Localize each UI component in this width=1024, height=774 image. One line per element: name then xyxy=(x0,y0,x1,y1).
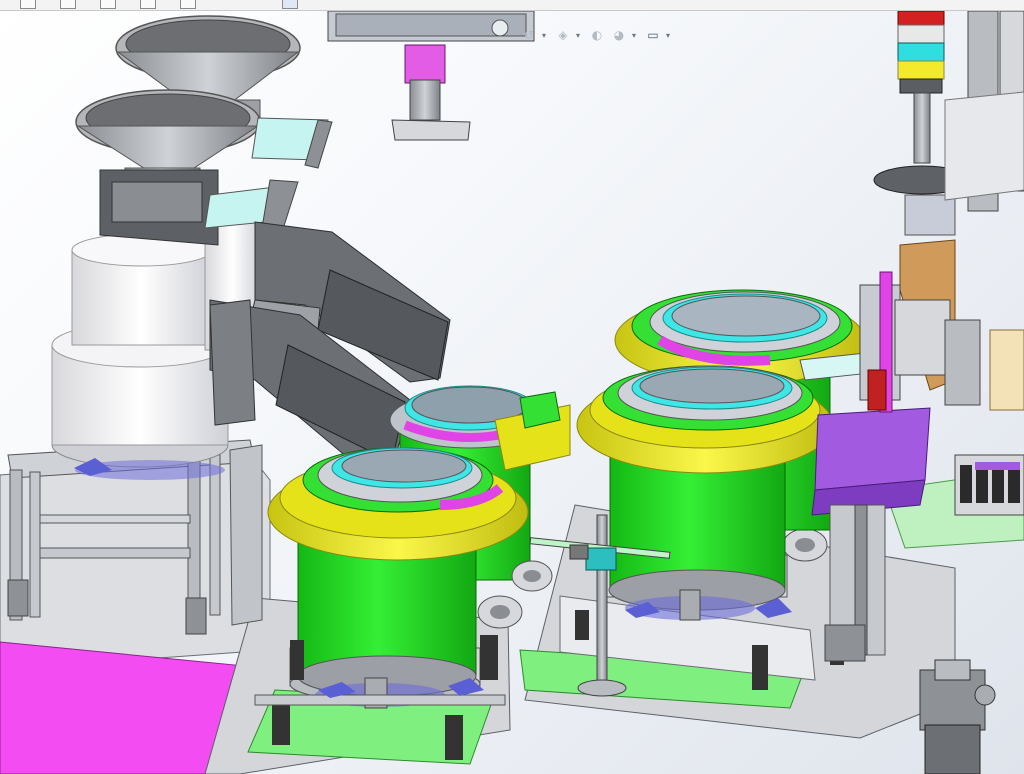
view-orientation-icon[interactable]: ↺ xyxy=(520,26,538,44)
control-panel[interactable] xyxy=(327,11,535,141)
magenta-plate[interactable] xyxy=(0,641,246,774)
display-style-icon[interactable] xyxy=(20,0,36,9)
graphics-area[interactable]: ↺ ▾ ◈ ▾ ◐ ◕ ▾ ▭ ▾ xyxy=(0,11,1024,774)
pick-and-place-unit[interactable] xyxy=(859,239,981,413)
chevron-down-icon[interactable]: ▾ xyxy=(542,31,550,40)
monitor-icon[interactable]: ▭ xyxy=(644,26,662,44)
view-settings-icon[interactable] xyxy=(180,0,196,9)
assembly-model xyxy=(0,11,1024,774)
edit-appearance-icon[interactable] xyxy=(100,0,116,9)
edit-appearance-icon[interactable]: ◕ xyxy=(610,26,628,44)
command-toolbar xyxy=(0,0,1024,11)
chevron-down-icon[interactable]: ▾ xyxy=(576,31,584,40)
select-icon[interactable] xyxy=(282,0,298,9)
air-filter-regulator[interactable] xyxy=(919,659,996,774)
machine-frame-right[interactable] xyxy=(944,11,1024,212)
apply-scene-icon[interactable] xyxy=(140,0,156,9)
display-style-icon[interactable]: ◐ xyxy=(588,26,606,44)
section-view-icon[interactable]: ◈ xyxy=(554,26,572,44)
hide-show-icon[interactable] xyxy=(60,0,76,9)
heads-up-view-toolbar: ↺ ▾ ◈ ▾ ◐ ◕ ▾ ▭ ▾ xyxy=(520,25,674,45)
chevron-down-icon[interactable]: ▾ xyxy=(666,31,674,40)
chevron-down-icon[interactable]: ▾ xyxy=(632,31,640,40)
